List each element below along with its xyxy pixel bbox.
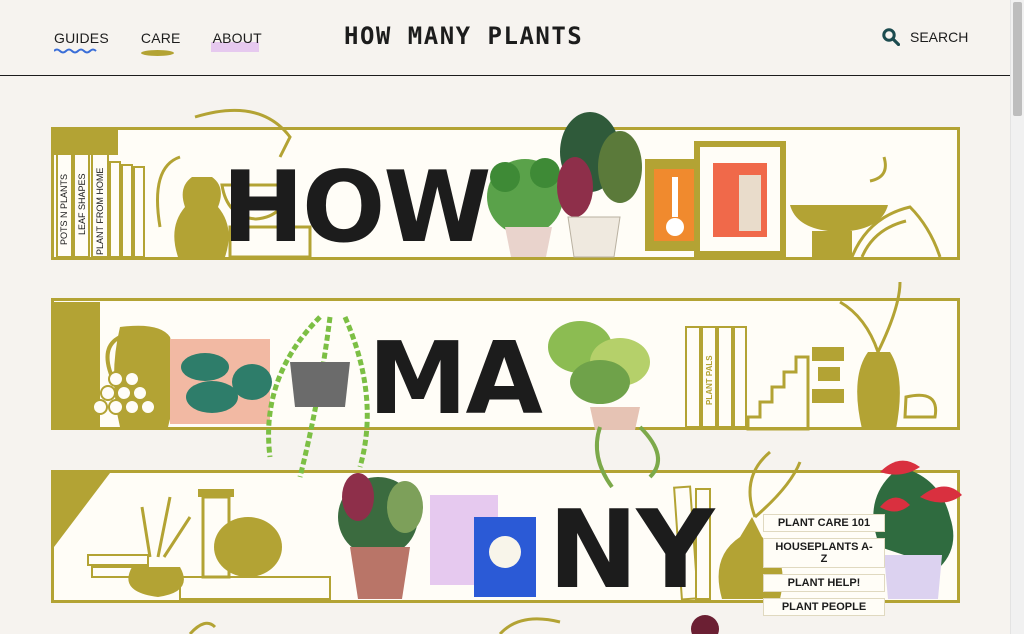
hero-side-menu: PLANT CARE 101 HOUSEPLANTS A-Z PLANT HEL… (763, 514, 885, 616)
hanging-fern-illustration (266, 315, 370, 478)
hero-word-how: HOW (222, 151, 491, 265)
framed-art-icon (645, 141, 786, 257)
small-vase-icon (812, 281, 938, 429)
book-spine-leaf-shapes: LEAF SHAPES (77, 173, 87, 235)
bookcase-corner-icon (54, 473, 192, 597)
hero-illustration: HOW MA NY POTS N PLANTS LEAF SHAPES PLAN… (0, 77, 1010, 634)
plant-pots-illustration (487, 112, 642, 258)
nav-about-label: ABOUT (212, 30, 262, 46)
leaf-print-icon (170, 339, 272, 424)
menu-plant-help[interactable]: PLANT HELP! (763, 574, 885, 592)
anthurium-plant-illustration (873, 460, 962, 599)
site-logo[interactable]: HOW MANY PLANTS (344, 22, 583, 50)
nav-guides-link[interactable]: GUIDES (54, 30, 109, 54)
nav-care-link[interactable]: CARE (140, 30, 181, 56)
search-icon (882, 28, 900, 46)
nav-about-link[interactable]: ABOUT (210, 30, 262, 52)
nav-care-label: CARE (140, 30, 181, 46)
site-header: GUIDES CARE ABOUT HOW MANY PLANTS SEARCH (0, 0, 1010, 76)
menu-plant-people[interactable]: PLANT PEOPLE (763, 598, 885, 616)
book-spine-plant-pals: PLANT PALS (705, 355, 714, 405)
oval-underline-icon (140, 50, 174, 56)
pear-icon (214, 517, 282, 577)
hero-word-ma: MA (368, 320, 543, 437)
calathea-plant-illustration (338, 473, 536, 599)
search-label: SEARCH (910, 29, 969, 45)
primary-nav: GUIDES CARE ABOUT (54, 30, 262, 56)
book-spine-plant-from-home: PLANT FROM HOME (95, 167, 105, 255)
scrollbar-thumb[interactable] (1013, 2, 1022, 116)
fruit-bowl-icon (790, 156, 942, 258)
pothos-plant-illustration (548, 321, 660, 489)
page-scrollbar[interactable] (1010, 0, 1024, 634)
menu-plant-care-101[interactable]: PLANT CARE 101 (763, 514, 885, 532)
pitcher-icon (54, 302, 176, 430)
hero-word-ny: NY (548, 488, 715, 613)
menu-houseplants-a-z[interactable]: HOUSEPLANTS A-Z (763, 538, 885, 568)
search-button[interactable]: SEARCH (882, 28, 968, 46)
book-stack-icon (685, 326, 747, 428)
book-spine-pots-n-plants: POTS N PLANTS (59, 173, 69, 245)
wave-underline-icon (54, 48, 97, 54)
staircase-icon (746, 355, 810, 431)
nav-guides-label: GUIDES (54, 30, 109, 46)
